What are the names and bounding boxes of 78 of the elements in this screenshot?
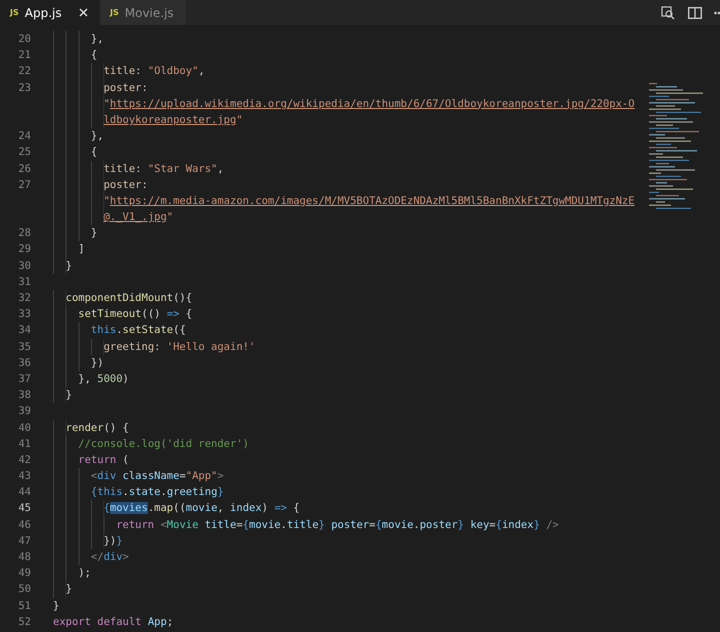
line-number: 30 <box>18 260 31 272</box>
code-line: "https://m.media-amazon.com/images/M/MV5BOTAzODEzNDAzMl5BMl5BanBnXkFtZTgwMDU1MTgzNzE <box>104 194 635 209</box>
code-line: this.setState({ <box>90 323 186 338</box>
line-number: 22 <box>18 65 31 78</box>
line-number: 39 <box>18 405 31 418</box>
editor-tab[interactable]: JS Movie.js <box>100 0 186 25</box>
line-number: 27 <box>18 178 31 191</box>
file-type-label: JS <box>110 8 119 17</box>
code-line: </div> <box>90 550 129 565</box>
tab-label: Movie.js <box>124 6 174 20</box>
line-number: 50 <box>18 583 31 596</box>
line-number: 25 <box>18 146 31 158</box>
line-number: 48 <box>18 551 31 563</box>
code-line: poster: <box>104 80 148 96</box>
line-number: 26 <box>18 162 31 174</box>
line-number: 34 <box>18 324 31 336</box>
code-line: } <box>66 388 72 404</box>
line-number: 42 <box>18 454 31 466</box>
code-line: render() { <box>66 420 129 436</box>
code-line: }, <box>90 129 104 144</box>
line-number: 21 <box>18 49 31 62</box>
line-number: 40 <box>18 422 31 434</box>
code-line: greeting: 'Hello again!' <box>104 340 256 355</box>
code-line: } <box>53 598 60 614</box>
line-number: 20 <box>18 33 31 45</box>
search-icon[interactable] <box>660 4 676 20</box>
line-number: 33 <box>18 308 31 320</box>
split-editor-icon[interactable] <box>688 6 702 18</box>
code-line: }) <box>90 356 104 371</box>
code-line: return ( <box>78 452 129 468</box>
code-line: } <box>90 226 98 242</box>
code-line: return <Movie title={movie.title} poster={movie.poster} key={index} /> <box>116 518 559 533</box>
more-icon[interactable] <box>714 10 720 14</box>
code-line: //console.log('did render') <box>78 436 249 452</box>
code-line: { <box>90 48 98 64</box>
file-type-label: JS <box>10 8 19 17</box>
line-number: 51 <box>18 600 31 612</box>
line-number: 24 <box>18 130 31 142</box>
code-line: } <box>66 582 72 598</box>
line-number: 43 <box>18 470 31 482</box>
code-line: poster: <box>104 178 148 193</box>
line-number: 28 <box>18 227 31 240</box>
code-line: ); <box>78 566 91 582</box>
line-number: 36 <box>18 356 31 369</box>
line-number: 49 <box>18 567 31 580</box>
line-number: 32 <box>18 292 31 304</box>
line-number: 35 <box>18 340 31 353</box>
tab-label: App.js <box>24 6 62 20</box>
code-line: <div className="App"> <box>90 469 224 484</box>
line-number: 44 <box>18 486 31 498</box>
line-number: 47 <box>18 534 31 547</box>
code-line: title: "Star Wars", <box>104 162 224 176</box>
code-line: } <box>66 258 72 274</box>
editor-tab[interactable]: JS App.js <box>0 0 100 25</box>
line-number: 52 <box>18 616 31 628</box>
code-line: { <box>90 145 98 160</box>
line-number: 46 <box>18 518 31 531</box>
line-number: 31 <box>18 276 31 288</box>
line-number: 23 <box>18 82 31 94</box>
line-number: 37 <box>18 372 31 385</box>
code-line: export default App; <box>53 614 174 630</box>
code-line: setTimeout(() => { <box>78 307 192 322</box>
code-line: ] <box>78 242 85 258</box>
code-line: title: "Oldboy", <box>104 64 205 80</box>
code-line: {this.state.greeting} <box>90 485 224 500</box>
line-number: 38 <box>18 389 31 402</box>
code-line: })} <box>104 534 123 549</box>
line-number: 41 <box>18 438 31 450</box>
code-line: @._V1_.jpg" <box>104 210 174 226</box>
code-line: "https://upload.wikimedia.org/wikipedia/en/thumb/6/67/Oldboykoreanposter.jpg/220px-O <box>104 96 635 112</box>
code-line: ldboykoreanposter.jpg" <box>104 112 243 128</box>
code-line: {movies.map((movie, index) => { <box>104 501 300 516</box>
code-line: componentDidMount(){ <box>66 291 192 306</box>
code-line: }, 5000) <box>78 372 129 387</box>
code-line: }, <box>90 32 104 47</box>
line-number: 45 <box>18 502 31 514</box>
close-icon[interactable] <box>79 8 88 17</box>
line-number: 29 <box>18 243 31 256</box>
